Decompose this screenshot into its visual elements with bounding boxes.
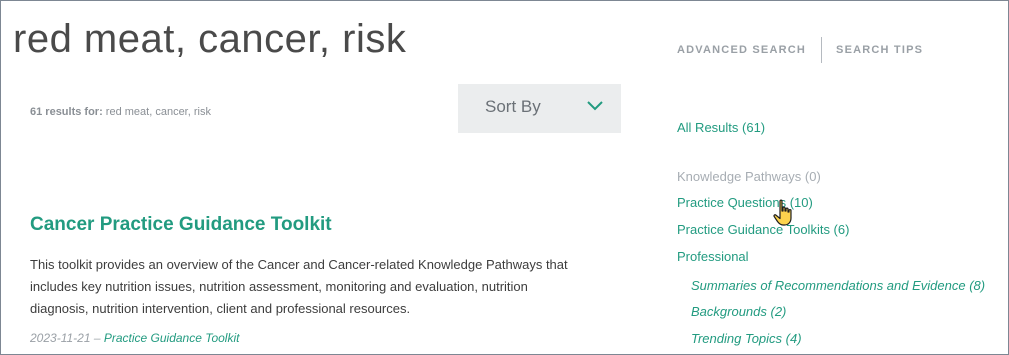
search-tools: ADVANCED SEARCH SEARCH TIPS — [677, 37, 923, 63]
result-description-line: diagnosis, nutrition intervention, clien… — [30, 301, 411, 316]
filter-professional[interactable]: Professional — [677, 249, 749, 264]
filter-backgrounds[interactable]: Backgrounds (2) — [691, 304, 786, 319]
results-count: 61 results for: red meat, cancer, risk — [30, 106, 211, 118]
filter-trending-topics[interactable]: Trending Topics (4) — [691, 331, 802, 346]
result-type-link[interactable]: Practice Guidance Toolkit — [104, 331, 240, 345]
results-query-echo: red meat, cancer, risk — [102, 106, 211, 118]
filter-knowledge-pathways: Knowledge Pathways (0) — [677, 169, 821, 184]
result-date: 2023-11-21 — [30, 331, 91, 345]
result-meta-separator: – — [90, 331, 104, 345]
filter-all-results[interactable]: All Results (61) — [677, 120, 765, 135]
result-description-line: This toolkit provides an overview of the… — [30, 257, 568, 272]
result-description: This toolkit provides an overview of the… — [30, 254, 660, 320]
filter-practice-guidance-toolkits[interactable]: Practice Guidance Toolkits (6) — [677, 222, 849, 237]
divider — [821, 37, 823, 63]
results-count-label: 61 results for: — [30, 106, 103, 118]
search-query-heading: red meat, cancer, risk — [13, 17, 407, 61]
sort-by-dropdown[interactable]: Sort By — [458, 84, 621, 133]
result-description-line: includes key nutrition issues, nutrition… — [30, 279, 528, 294]
search-tips-link[interactable]: SEARCH TIPS — [836, 44, 923, 56]
filter-summaries[interactable]: Summaries of Recommendations and Evidenc… — [691, 278, 985, 293]
sort-by-label: Sort By — [485, 97, 541, 116]
hand-pointer-icon — [773, 199, 792, 226]
search-results-page: red meat, cancer, risk ADVANCED SEARCH S… — [0, 0, 1009, 355]
result-title-link[interactable]: Cancer Practice Guidance Toolkit — [30, 214, 332, 236]
chevron-down-icon — [587, 101, 603, 111]
advanced-search-link[interactable]: ADVANCED SEARCH — [677, 44, 806, 56]
result-meta: 2023-11-21 – Practice Guidance Toolkit — [30, 331, 239, 345]
